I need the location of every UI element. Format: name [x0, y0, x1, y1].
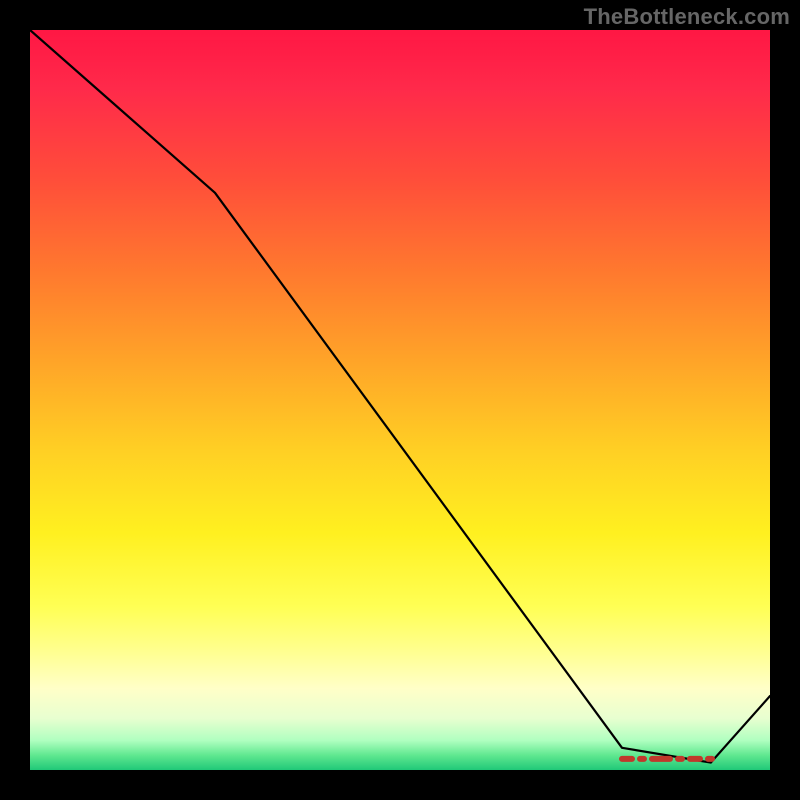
chart-frame: TheBottleneck.com: [0, 0, 800, 800]
chart-svg: [30, 30, 770, 770]
bottleneck-curve: [30, 30, 770, 763]
plot-area: [30, 30, 770, 770]
watermark-text: TheBottleneck.com: [584, 4, 790, 30]
